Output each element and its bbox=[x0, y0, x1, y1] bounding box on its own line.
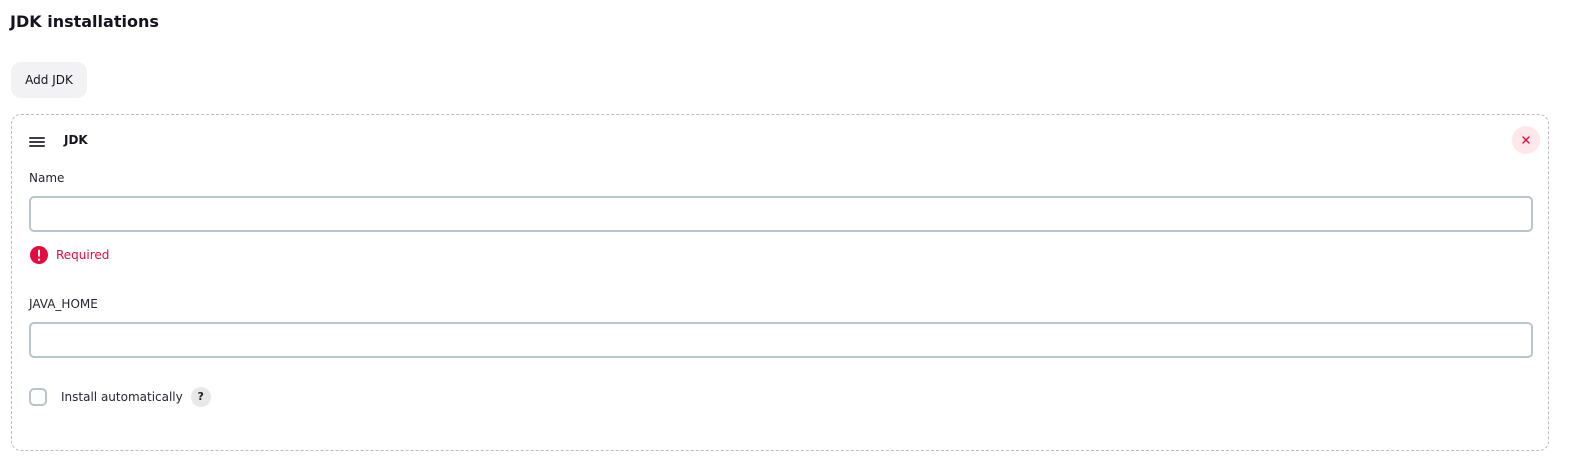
jdk-installation-card: JDK Name Required JAVA_HOME Install auto… bbox=[11, 114, 1549, 451]
add-jdk-button[interactable]: Add JDK bbox=[11, 62, 87, 98]
install-automatically-row: Install automatically ? bbox=[29, 386, 211, 408]
drag-handle-line-bottom bbox=[29, 145, 45, 147]
jdk-card-title: JDK bbox=[64, 133, 88, 147]
jdk-installations-title: JDK installations bbox=[10, 12, 159, 31]
help-icon[interactable]: ? bbox=[190, 387, 211, 407]
delete-jdk-button[interactable] bbox=[1512, 126, 1540, 154]
jdk-name-input[interactable] bbox=[29, 196, 1533, 232]
required-message-text: Required bbox=[56, 248, 110, 262]
drag-handle-line-middle bbox=[29, 141, 45, 143]
install-automatically-label[interactable]: Install automatically bbox=[61, 386, 183, 408]
java-home-label: JAVA_HOME bbox=[29, 297, 98, 311]
name-validation-message: Required bbox=[30, 246, 109, 264]
error-icon bbox=[30, 246, 48, 264]
drag-handle-icon[interactable] bbox=[29, 133, 45, 147]
close-icon bbox=[1522, 136, 1530, 144]
java-home-input[interactable] bbox=[29, 322, 1533, 358]
drag-handle-line-top bbox=[29, 137, 45, 139]
install-automatically-checkbox[interactable] bbox=[29, 388, 47, 406]
jdk-installations-page: JDK installations Add JDK JDK Name Requi… bbox=[0, 0, 1596, 472]
name-label: Name bbox=[29, 171, 65, 185]
